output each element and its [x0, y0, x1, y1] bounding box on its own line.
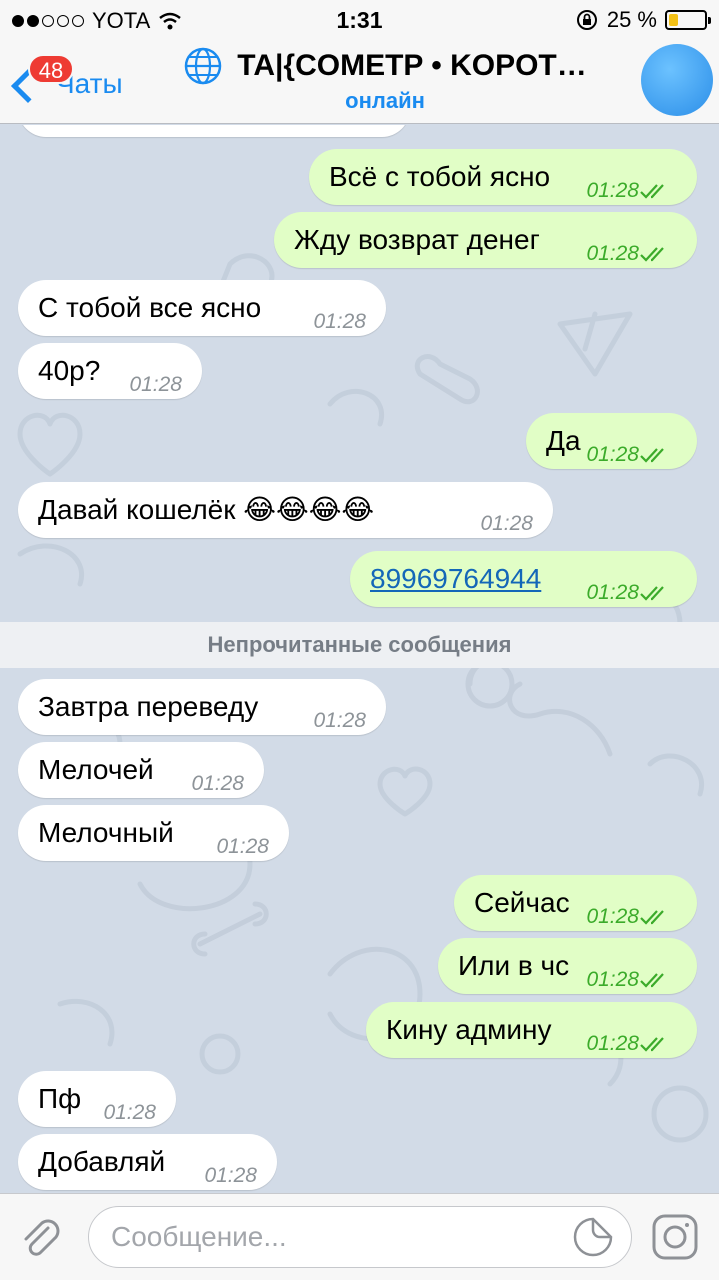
- message-time: 01:28: [103, 1101, 156, 1124]
- message-text: Или в чс: [458, 950, 570, 981]
- message-in[interactable]: С тобой все ясно 01:28: [18, 280, 386, 336]
- unread-messages-divider: Непрочитанные сообщения: [0, 622, 719, 668]
- message-time: 01:28: [313, 310, 366, 333]
- message-text: Жду возврат денег: [294, 224, 540, 255]
- message-text: Пф: [38, 1083, 82, 1114]
- message-out[interactable]: Сейчас 01:28: [454, 875, 697, 931]
- double-check-icon: [640, 448, 664, 463]
- message-time: 01:28: [586, 581, 639, 604]
- sticker-icon[interactable]: [572, 1216, 614, 1258]
- message-time: 01:28: [586, 1032, 639, 1055]
- double-check-icon: [640, 973, 664, 988]
- battery-info: 25 %: [575, 7, 711, 33]
- battery-icon: [665, 10, 711, 30]
- message-text: Добавляй: [38, 1146, 166, 1177]
- message-text: Кину админу: [386, 1014, 552, 1045]
- message-in[interactable]: Добавляй 01:28: [18, 1134, 277, 1190]
- message-in[interactable]: Завтра переведу 01:28: [18, 679, 386, 735]
- message-text: Сейчас: [474, 887, 570, 918]
- message-in[interactable]: Мелочей 01:28: [18, 742, 264, 798]
- unread-count-badge: 48: [28, 54, 74, 84]
- message-time: 01:28: [313, 709, 366, 732]
- message-time: 01:28: [204, 1164, 257, 1187]
- message-text: Мелочный: [38, 817, 174, 848]
- message-time: 01:28: [586, 905, 639, 928]
- avatar[interactable]: [641, 44, 713, 116]
- chat-title: TA|{COMETP • KOPOT…: [237, 49, 587, 82]
- double-check-icon: [640, 1037, 664, 1052]
- chat-online-status: онлайн: [345, 88, 425, 113]
- message-out[interactable]: Или в чс 01:28: [438, 938, 697, 994]
- message-in[interactable]: Мелочный 01:28: [18, 805, 289, 861]
- message-out[interactable]: Жду возврат денег 01:28: [274, 212, 697, 268]
- phone-number-link[interactable]: 89969764944: [370, 551, 541, 607]
- globe-icon: [185, 47, 222, 85]
- message-text: Да: [546, 425, 581, 456]
- message-time: 01:28: [129, 373, 182, 396]
- message-text: Давай кошелёк 😂😂😂😂: [38, 494, 375, 525]
- message-time: 01:28: [480, 512, 533, 535]
- double-check-icon: [640, 910, 664, 925]
- message-text: Мелочей: [38, 754, 154, 785]
- message-bubble-partial: [18, 125, 410, 137]
- message-time: 01:28: [216, 835, 269, 858]
- battery-percent: 25 %: [606, 7, 657, 32]
- status-bar: YOTA 1:31 25 %: [0, 0, 719, 40]
- double-check-icon: [640, 247, 664, 262]
- message-list: Всё с тобой ясно 01:28 Жду возврат денег…: [0, 125, 719, 1193]
- double-check-icon: [640, 586, 664, 601]
- message-in[interactable]: Пф 01:28: [18, 1071, 176, 1127]
- telegram-chat-screen: YOTA 1:31 25 % Чаты 48 TA|{COMETP • KOPO…: [0, 0, 719, 1280]
- chat-header: Чаты 48 TA|{COMETP • KOPOT… онлайн: [0, 40, 719, 124]
- camera-icon[interactable]: [650, 1212, 700, 1262]
- message-in[interactable]: 40р? 01:28: [18, 343, 202, 399]
- battery-level: [669, 14, 678, 26]
- message-text: Всё с тобой ясно: [329, 161, 551, 192]
- message-time: 01:28: [586, 179, 639, 202]
- back-to-chats-button[interactable]: Чаты 48: [10, 52, 140, 112]
- message-composer: [0, 1193, 719, 1280]
- double-check-icon: [640, 184, 664, 199]
- rotation-lock-icon: [576, 10, 597, 30]
- message-text: 40р?: [38, 355, 101, 386]
- message-out[interactable]: 89969764944 01:28: [350, 551, 697, 607]
- message-in[interactable]: Давай кошелёк 😂😂😂😂 01:28: [18, 482, 553, 538]
- message-time: 01:28: [191, 772, 244, 795]
- paperclip-icon[interactable]: [18, 1214, 62, 1258]
- message-text: С тобой все ясно: [38, 292, 262, 323]
- message-time: 01:28: [586, 242, 639, 265]
- message-out[interactable]: Всё с тобой ясно 01:28: [309, 149, 697, 205]
- message-out[interactable]: Да 01:28: [526, 413, 697, 469]
- message-input[interactable]: [88, 1206, 632, 1268]
- message-time: 01:28: [586, 443, 639, 466]
- message-time: 01:28: [586, 968, 639, 991]
- message-text: Завтра переведу: [38, 691, 259, 722]
- message-out[interactable]: Кину админу 01:28: [366, 1002, 697, 1058]
- chat-info[interactable]: TA|{COMETP • KOPOT… онлайн: [155, 46, 615, 114]
